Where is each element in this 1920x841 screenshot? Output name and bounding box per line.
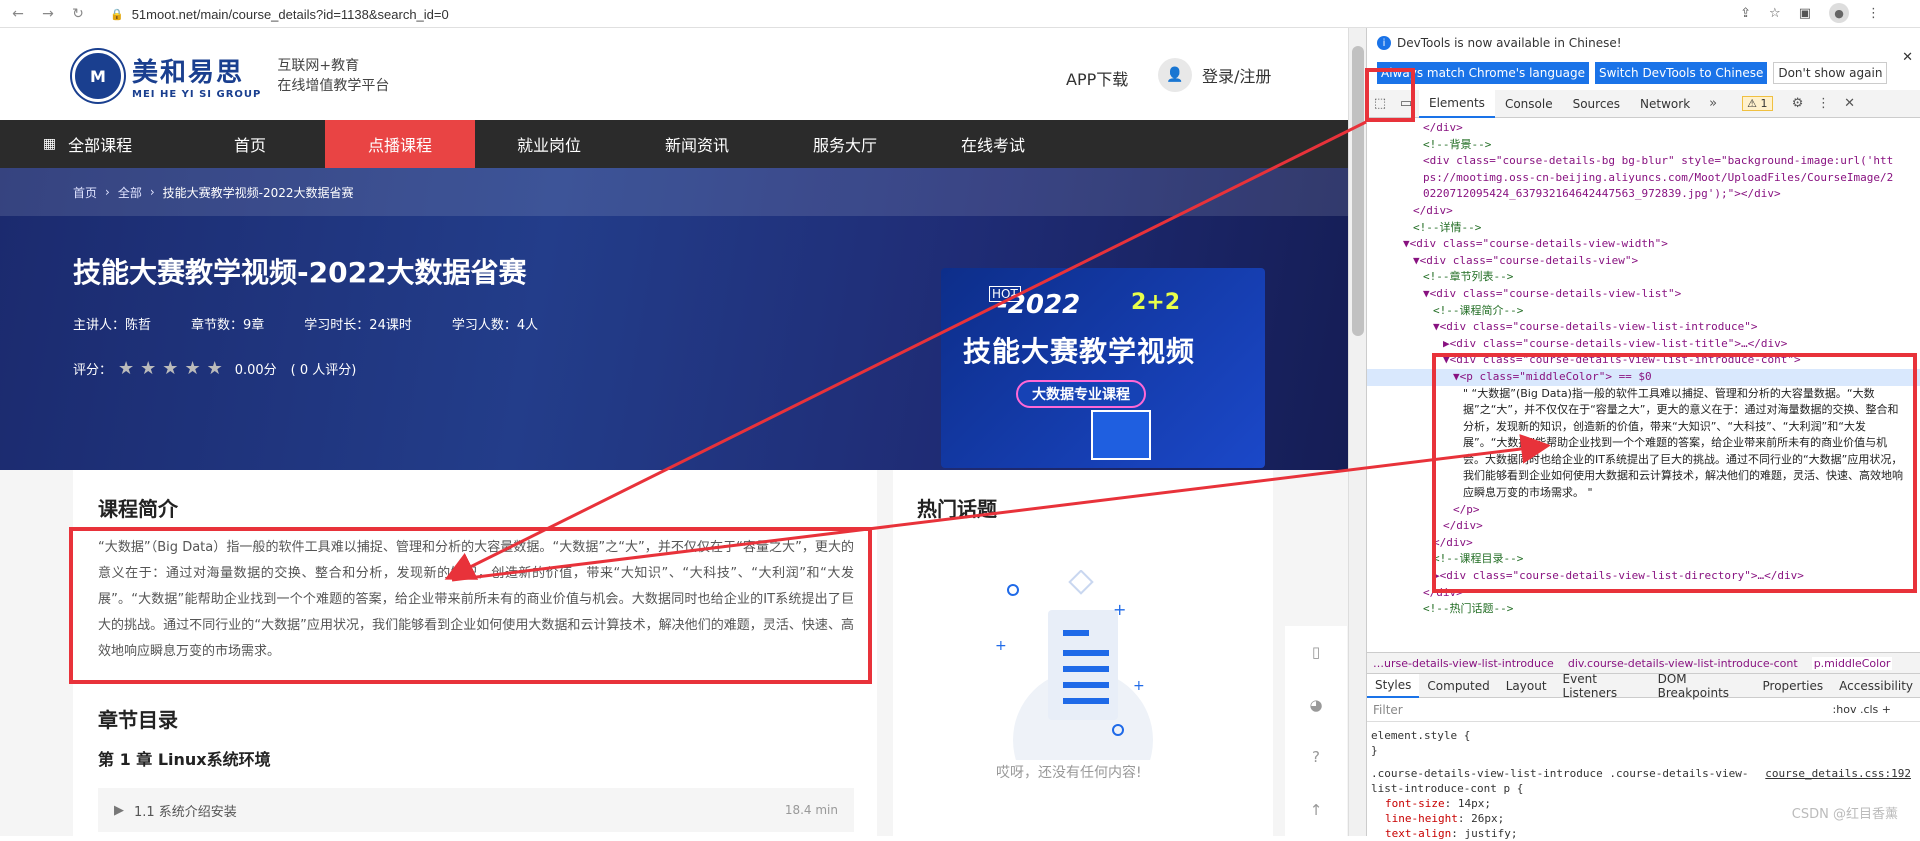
annotation-arrows: [444, 120, 1551, 582]
browser-window: ← → ↻ 🔒 51moot.net/main/course_details?i…: [0, 0, 1920, 840]
arrow-inspect-to-intro: [444, 120, 1367, 580]
arrow-intro-to-dom: [451, 434, 1551, 582]
